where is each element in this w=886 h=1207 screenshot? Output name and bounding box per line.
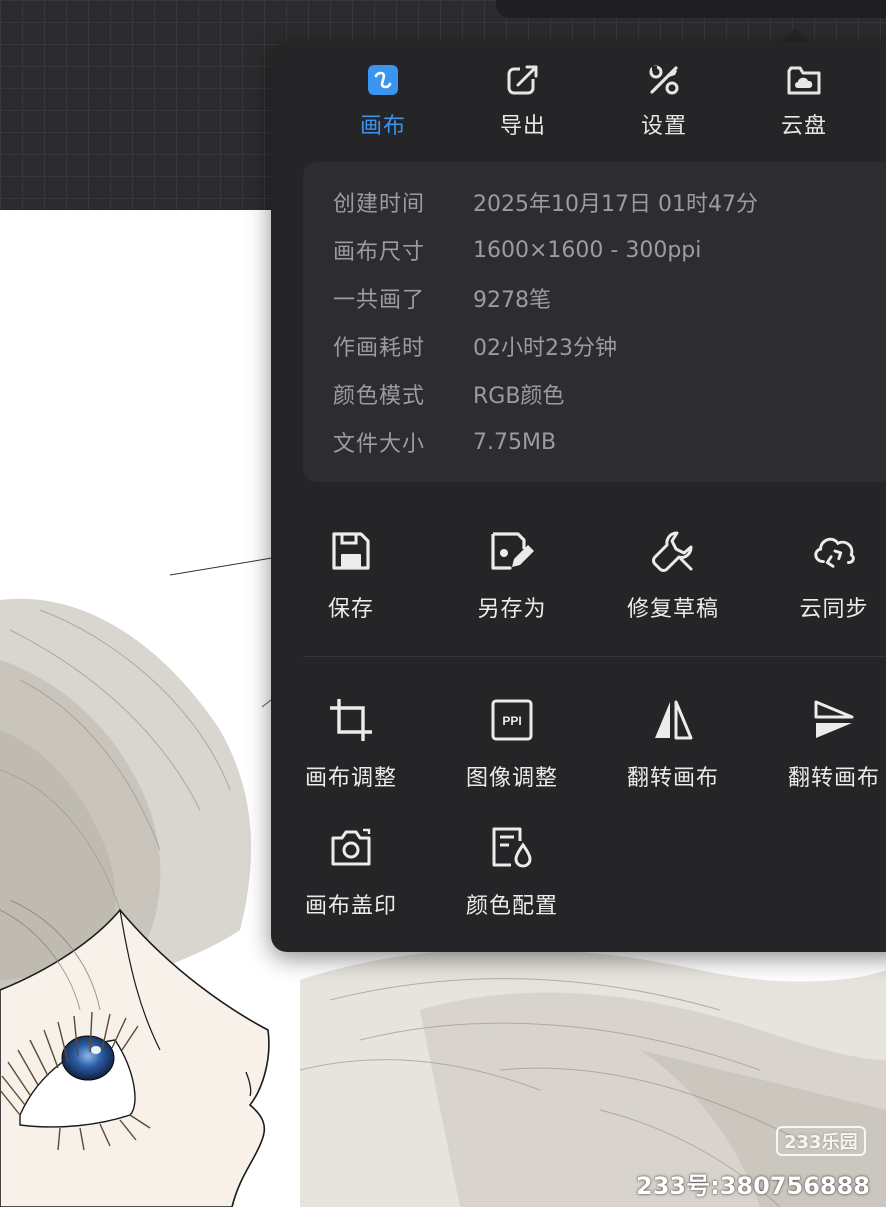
- info-row-color-mode: 颜色模式 RGB颜色: [333, 379, 564, 409]
- flip-canvas-vertical-button[interactable]: 翻转画布: [754, 696, 886, 796]
- crop-icon: [327, 696, 375, 744]
- info-value: RGB颜色: [473, 384, 565, 409]
- info-key: 画布尺寸: [333, 240, 426, 265]
- info-key: 创建时间: [333, 192, 426, 217]
- section-divider: [303, 656, 886, 657]
- action-label: 图像调整: [465, 766, 558, 791]
- canvas-menu-panel: 画布 导出 设置 云盘 创建时间 2025年10月17日 01时47分 画布尺寸…: [271, 42, 886, 952]
- info-value: 02小时23分钟: [473, 336, 617, 361]
- info-row-created: 创建时间 2025年10月17日 01时47分: [333, 187, 758, 217]
- action-label: 翻转画布: [626, 766, 719, 791]
- canvas-stamp-button[interactable]: 画布盖印: [271, 824, 431, 924]
- info-value: 7.75MB: [473, 429, 557, 455]
- info-key: 文件大小: [333, 432, 426, 457]
- save-as-icon: [488, 527, 536, 575]
- tab-label: 设置: [640, 114, 687, 139]
- info-value: 2025年10月17日 01时47分: [473, 192, 758, 217]
- info-key: 作画耗时: [333, 336, 426, 361]
- tab-label: 云盘: [780, 114, 827, 139]
- flip-horizontal-icon: [649, 696, 697, 744]
- action-label: 翻转画布: [787, 766, 880, 791]
- top-toolbar-edge: [496, 0, 886, 18]
- flip-canvas-horizontal-button[interactable]: 翻转画布: [593, 696, 753, 796]
- color-profile-icon: [488, 824, 536, 872]
- tab-export[interactable]: 导出: [468, 62, 578, 146]
- info-key: 一共画了: [333, 288, 426, 313]
- svg-text:PPI: PPI: [502, 714, 521, 728]
- watermark-logo: 233乐园: [776, 1126, 866, 1156]
- ppi-icon: PPI: [488, 696, 536, 744]
- repair-draft-button[interactable]: 修复草稿: [593, 527, 753, 627]
- cloud-sync-button[interactable]: 云同步: [754, 527, 886, 627]
- tab-label: 导出: [499, 114, 546, 139]
- popover-arrow: [780, 28, 810, 43]
- info-row-duration: 作画耗时 02小时23分钟: [333, 331, 617, 361]
- action-label: 颜色配置: [465, 894, 558, 919]
- image-adjust-button[interactable]: PPI 图像调整: [432, 696, 592, 796]
- tab-settings[interactable]: 设置: [609, 62, 719, 146]
- tab-cloud-drive[interactable]: 云盘: [749, 62, 859, 146]
- info-row-size: 画布尺寸 1600×1600 - 300ppi: [333, 235, 702, 266]
- color-profile-button[interactable]: 颜色配置: [432, 824, 592, 924]
- action-label: 云同步: [799, 597, 869, 622]
- canvas-icon: [365, 62, 401, 98]
- camera-icon: [327, 824, 375, 872]
- flip-vertical-icon: [810, 696, 858, 744]
- settings-tools-icon: [646, 62, 682, 98]
- action-label: 画布盖印: [304, 894, 397, 919]
- cloud-drive-icon: [786, 62, 822, 98]
- save-icon: [327, 527, 375, 575]
- action-label: 保存: [327, 597, 374, 622]
- action-label: 另存为: [477, 597, 547, 622]
- export-icon: [505, 62, 541, 98]
- canvas-info-card: 创建时间 2025年10月17日 01时47分 画布尺寸 1600×1600 -…: [303, 162, 886, 482]
- canvas-adjust-button[interactable]: 画布调整: [271, 696, 431, 796]
- info-key: 颜色模式: [333, 384, 426, 409]
- watermark-id: 233号:380756888: [636, 1172, 870, 1200]
- save-as-button[interactable]: 另存为: [432, 527, 592, 627]
- action-label: 修复草稿: [626, 597, 719, 622]
- panel-tabs: 画布 导出 设置 云盘: [271, 42, 886, 162]
- info-value: 9278笔: [473, 288, 551, 313]
- info-row-file-size: 文件大小 7.75MB: [333, 427, 557, 458]
- save-button[interactable]: 保存: [271, 527, 431, 627]
- info-row-strokes: 一共画了 9278笔: [333, 283, 551, 313]
- info-value: 1600×1600 - 300ppi: [473, 237, 702, 263]
- wrench-icon: [649, 527, 697, 575]
- cloud-sync-icon: [810, 527, 858, 575]
- tab-canvas[interactable]: 画布: [328, 62, 438, 146]
- action-label: 画布调整: [304, 766, 397, 791]
- tab-label: 画布: [359, 114, 406, 139]
